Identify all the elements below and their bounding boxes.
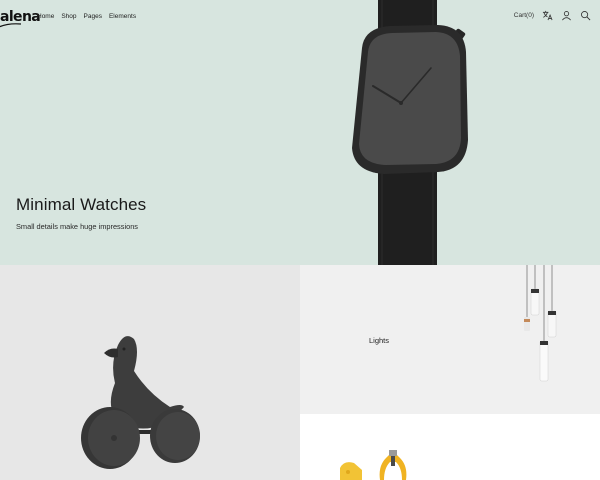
product-tile-duck[interactable] <box>0 265 300 480</box>
hero-subtitle: Small details make huge impressions <box>16 222 138 231</box>
product-tile-kitchen[interactable] <box>300 414 600 480</box>
nav-item-elements[interactable]: Elements <box>109 13 136 20</box>
top-navigation-bar: alena Home Shop Pages Elements Cart(0) <box>0 0 600 34</box>
hero-title: Minimal Watches <box>16 195 147 214</box>
header-tools: Cart(0) <box>514 10 591 21</box>
nav-item-shop[interactable]: Shop <box>61 13 76 20</box>
pendant-lamps-image <box>524 265 557 382</box>
hero-banner[interactable]: alena Home Shop Pages Elements Cart(0) M… <box>0 0 600 265</box>
lights-label: Lights <box>369 336 390 345</box>
cart-link[interactable]: Cart(0) <box>514 12 534 19</box>
translate-icon[interactable] <box>542 10 553 21</box>
search-icon[interactable] <box>580 10 591 21</box>
category-tile-lights[interactable]: Lights <box>300 265 600 414</box>
nav-item-pages[interactable]: Pages <box>84 13 102 20</box>
user-icon[interactable] <box>561 10 572 21</box>
watch-image <box>352 0 468 265</box>
logo-swoosh-icon <box>0 23 22 28</box>
kitchen-utensils-image <box>340 450 407 480</box>
duck-toy-image <box>81 336 200 469</box>
main-nav: Home Shop Pages Elements <box>37 13 136 20</box>
nav-item-home[interactable]: Home <box>37 13 54 20</box>
